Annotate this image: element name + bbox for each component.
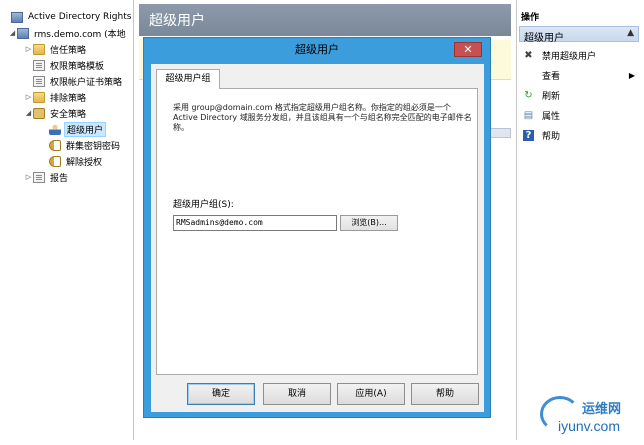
- actions-pane: 操作 超级用户 ▲ ✖ 禁用超级用户 查看 ▶ ↻ 刷新 ▤ 属性 ? 帮助: [516, 0, 640, 440]
- server-icon: [11, 11, 23, 23]
- document-icon: [33, 59, 45, 71]
- action-label: 属性: [542, 111, 561, 122]
- lock-icon: [33, 107, 45, 119]
- expand-arrow-icon[interactable]: ▷: [24, 45, 33, 53]
- tree-item-label: rms.demo.com (本地: [34, 29, 126, 40]
- action-label: 查看: [542, 71, 561, 82]
- folder-icon: [33, 91, 45, 103]
- key-icon: [49, 139, 61, 151]
- tree-item-super-users[interactable]: 超级用户: [40, 121, 107, 137]
- action-label: 刷新: [542, 91, 561, 102]
- actions-section-header[interactable]: 超级用户 ▲: [519, 26, 639, 44]
- super-user-group-label: 超级用户组(S):: [173, 200, 234, 210]
- actions-header: 操作: [521, 13, 540, 23]
- help-icon: ?: [523, 129, 534, 141]
- user-icon: [49, 123, 61, 135]
- refresh-icon: ↻: [524, 89, 533, 101]
- tree-item-label: 排除策略: [50, 93, 87, 104]
- description-text: 采用 group@domain.com 格式指定超级用户组名称。你指定的组必须是…: [173, 103, 472, 132]
- watermark-name: 运维网: [582, 402, 622, 417]
- action-view[interactable]: 查看 ▶: [523, 68, 635, 82]
- tab-super-user-group[interactable]: 超级用户组: [156, 69, 220, 89]
- document-icon: [33, 171, 45, 183]
- tree-item-label: 权限策略模板: [50, 61, 105, 72]
- actions-section-label: 超级用户: [524, 33, 564, 44]
- expand-arrow-icon[interactable]: ▷: [24, 93, 33, 101]
- super-users-dialog: 超级用户 ✕ 超级用户组 采用 group@domain.com 格式指定超级用…: [143, 37, 491, 418]
- tree-item-rac-policies[interactable]: 权限帐户证书策略: [24, 74, 124, 88]
- tree-item-label: 超级用户: [64, 121, 107, 137]
- tree-item-security-policies[interactable]: ◢ 安全策略: [24, 106, 88, 120]
- tree-item-label: 报告: [50, 173, 69, 184]
- tree-item-label: 信任策略: [50, 45, 87, 56]
- action-properties[interactable]: ▤ 属性: [523, 108, 635, 122]
- action-disable-super-users[interactable]: ✖ 禁用超级用户: [523, 48, 635, 62]
- tree-item-reports[interactable]: ▷ 报告: [24, 170, 70, 184]
- ok-button[interactable]: 确定: [187, 383, 255, 405]
- dialog-body: 超级用户组 采用 group@domain.com 格式指定超级用户组名称。你指…: [151, 64, 484, 412]
- cancel-button[interactable]: 取消: [263, 383, 331, 405]
- tree-item-label: 安全策略: [50, 109, 87, 120]
- tree-item-label: 权限帐户证书策略: [50, 77, 123, 88]
- scroll-element: [489, 128, 511, 138]
- collapse-arrow-icon[interactable]: ▲: [627, 28, 634, 38]
- tree-item-server[interactable]: ◢ rms.demo.com (本地: [8, 26, 128, 40]
- key-icon: [49, 155, 61, 167]
- apply-button[interactable]: 应用(A): [337, 383, 405, 405]
- result-pane-header: 超级用户: [139, 4, 511, 36]
- browse-button[interactable]: 浏览(B)...: [340, 215, 398, 231]
- action-refresh[interactable]: ↻ 刷新: [523, 88, 635, 102]
- document-icon: [33, 75, 45, 87]
- tab-panel: 采用 group@domain.com 格式指定超级用户组名称。你指定的组必须是…: [156, 88, 478, 375]
- tree-item-trust-policies[interactable]: ▷ 信任策略: [24, 42, 88, 56]
- tree-item-exclusion-policies[interactable]: ▷ 排除策略: [24, 90, 88, 104]
- submenu-arrow-icon: ▶: [628, 70, 635, 80]
- folder-icon: [33, 43, 45, 55]
- dialog-title: 超级用户: [295, 43, 339, 56]
- action-label: 帮助: [542, 131, 561, 142]
- tree-item-cluster-key-password[interactable]: 群集密钥密码: [40, 138, 122, 152]
- watermark-url: iyunv.com: [558, 418, 620, 434]
- action-help[interactable]: ? 帮助: [523, 128, 635, 142]
- tree-item-label: 群集密钥密码: [66, 141, 121, 152]
- action-label: 禁用超级用户: [542, 51, 597, 62]
- collapse-arrow-icon[interactable]: ◢: [8, 29, 17, 37]
- view-icon: [523, 70, 534, 81]
- tree-item-label: 解除授权: [66, 157, 103, 168]
- expand-arrow-icon[interactable]: ▷: [24, 173, 33, 181]
- close-button[interactable]: ✕: [454, 42, 482, 57]
- page-title: 超级用户: [149, 13, 205, 29]
- tree-item-rights-policy-templates[interactable]: 权限策略模板: [24, 58, 106, 72]
- close-icon: ✖: [524, 49, 533, 61]
- console-tree: Active Directory Rights ◢ rms.demo.com (…: [0, 0, 134, 440]
- watermark: 运维网 iyunv.com: [538, 392, 642, 442]
- properties-icon: ▤: [523, 109, 534, 121]
- server-icon: [17, 27, 29, 39]
- super-user-group-input[interactable]: RMSadmins@demo.com: [173, 215, 337, 231]
- tree-item-decommissioning[interactable]: 解除授权: [40, 154, 104, 168]
- help-button[interactable]: 帮助: [411, 383, 479, 405]
- tree-item-root[interactable]: Active Directory Rights: [2, 10, 133, 24]
- tree-item-label: Active Directory Rights: [28, 12, 132, 22]
- collapse-arrow-icon[interactable]: ◢: [24, 109, 33, 117]
